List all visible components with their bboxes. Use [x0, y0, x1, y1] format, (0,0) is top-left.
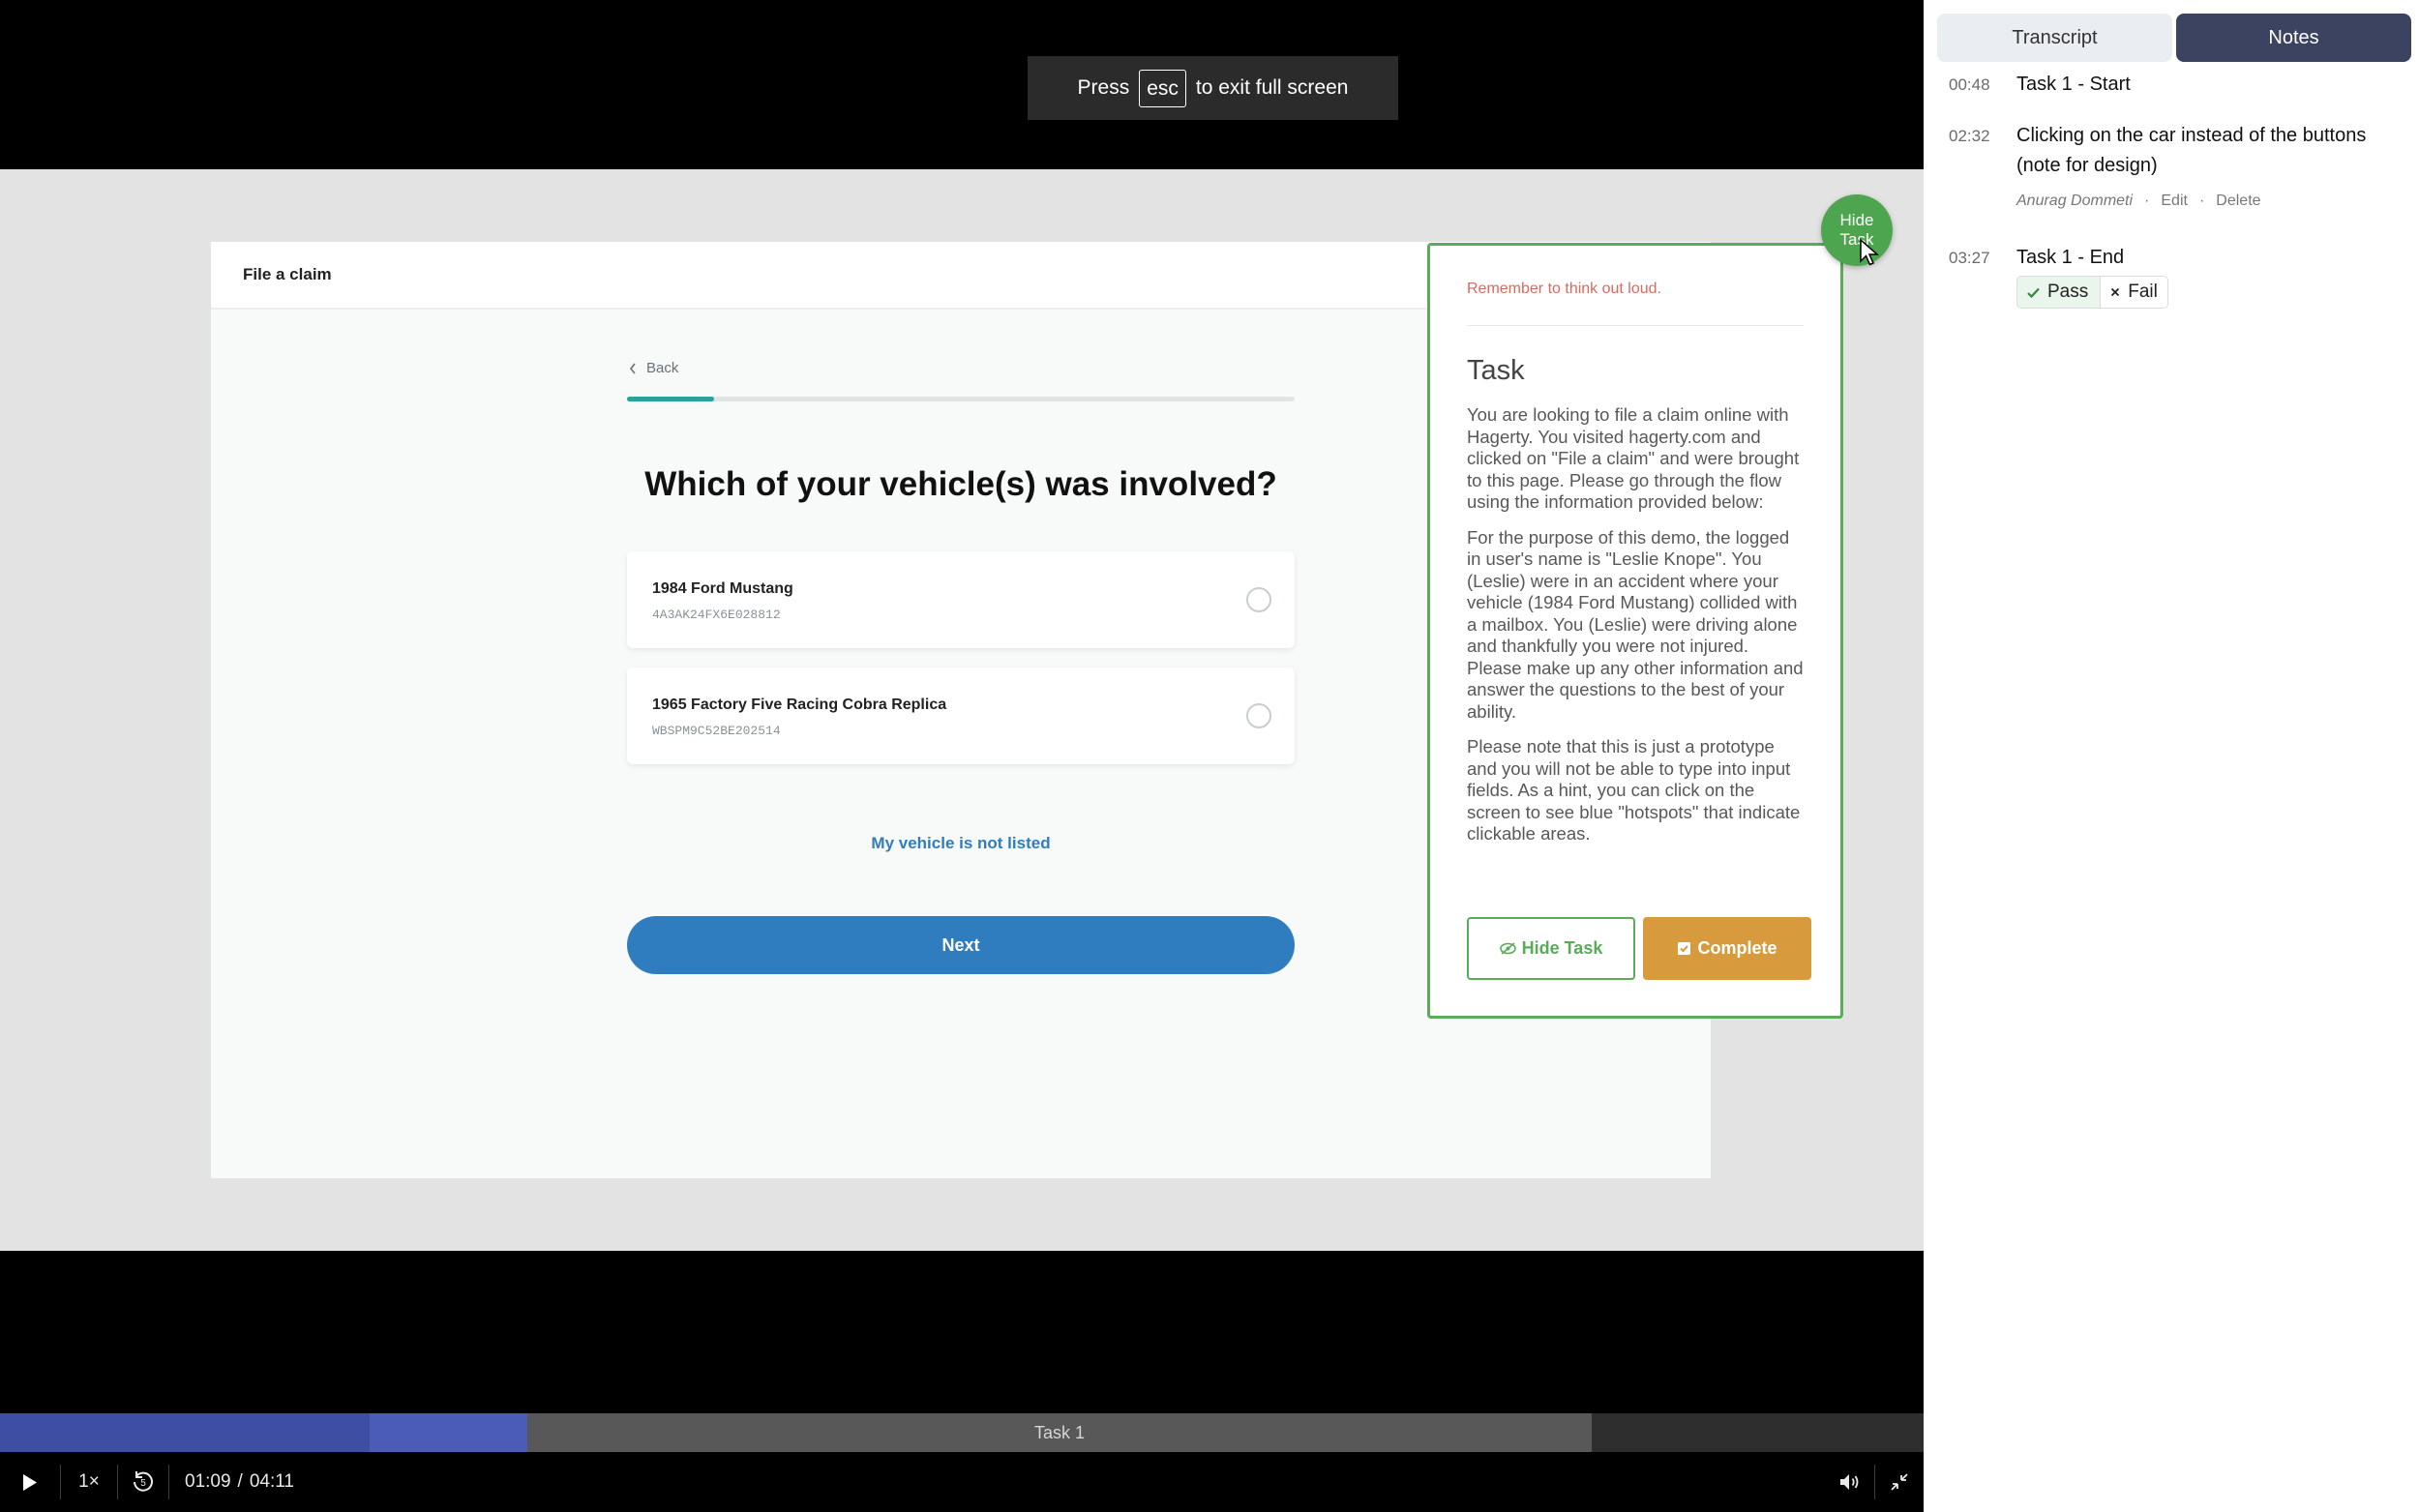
skip-back-button[interactable]: 5 [118, 1452, 168, 1512]
toast-rest-text: to exit full screen [1195, 76, 1349, 99]
fail-label: Fail [2128, 282, 2158, 302]
hide-task-button[interactable]: Hide Task [1467, 917, 1635, 980]
time-display: 01:09 / 04:11 [169, 1452, 294, 1512]
video-player[interactable]: Press esc to exit full screen File a cla… [0, 0, 1924, 1512]
vehicle-vin: WBSPM9C52BE202514 [652, 724, 781, 738]
back-link[interactable]: Back [629, 360, 678, 376]
pass-button[interactable]: Pass [2017, 277, 2102, 308]
note-meta: Anurag Dommeti · Edit · Delete [2016, 193, 2261, 210]
note-delete-link[interactable]: Delete [2216, 193, 2260, 210]
note-edit-link[interactable]: Edit [2161, 193, 2188, 210]
note-text: Task 1 - End [2016, 247, 2125, 268]
x-icon [2111, 287, 2120, 297]
exit-fullscreen-button[interactable] [1875, 1452, 1924, 1512]
note-item[interactable]: 03:27 Task 1 - End Pass Fail [1949, 247, 2404, 314]
question-heading: Which of your vehicle(s) was involved? [644, 465, 1277, 503]
volume-icon [1840, 1474, 1859, 1490]
vehicle-name: 1965 Factory Five Racing Cobra Replica [652, 697, 947, 713]
sidebar-tabs: Transcript Notes [1937, 14, 2411, 62]
vehicle-name: 1984 Ford Mustang [652, 580, 793, 597]
hide-task-label: Hide Task [1521, 938, 1603, 958]
task-paragraph: You are looking to file a claim online w… [1467, 404, 1800, 512]
meta-separator: · [2144, 193, 2150, 209]
note-item[interactable]: 00:48 Task 1 - Start [1949, 74, 2404, 112]
note-text: Task 1 - Start [2016, 74, 2131, 95]
fail-button[interactable]: Fail [2101, 277, 2167, 308]
complete-button[interactable]: Complete [1643, 917, 1811, 980]
task-actions: Hide Task Complete [1467, 917, 1811, 980]
mouse-cursor-icon [1860, 238, 1879, 266]
play-button[interactable] [0, 1452, 60, 1512]
pass-label: Pass [2047, 282, 2089, 302]
vehicle-radio[interactable] [1246, 703, 1271, 728]
form-progress-fill [627, 397, 714, 401]
total-duration: 04:11 [249, 1471, 294, 1492]
vehicle-not-listed-link[interactable]: My vehicle is not listed [627, 834, 1295, 853]
back-label: Back [646, 360, 679, 376]
timeline-segment-label: Task 1 [1033, 1422, 1086, 1442]
task-paragraph: For the purpose of this demo, the logged… [1467, 526, 1804, 722]
check-icon [2027, 287, 2040, 298]
task-heading: Task [1467, 355, 1525, 386]
fullscreen-toast: Press esc to exit full screen [1028, 56, 1398, 120]
exit-fullscreen-icon [1891, 1473, 1908, 1491]
think-aloud-reminder: Remember to think out loud. [1467, 281, 1804, 326]
notes-sidebar: Transcript Notes 00:48 Task 1 - Start 02… [1924, 0, 2419, 1512]
meta-separator: · [2198, 193, 2205, 209]
current-time: 01:09 [185, 1471, 231, 1492]
volume-button[interactable] [1826, 1452, 1874, 1512]
complete-label: Complete [1697, 938, 1777, 958]
recording-stage: File a claim Back Which of your vehicle(… [0, 169, 1924, 1251]
note-timestamp[interactable]: 00:48 [1949, 75, 1990, 95]
vehicle-option[interactable]: 1965 Factory Five Racing Cobra Replica W… [627, 667, 1295, 764]
task-paragraph: Please note that this is just a prototyp… [1467, 736, 1801, 844]
note-author: Anurag Dommeti [2016, 193, 2134, 209]
timeline-played-segment [0, 1413, 370, 1452]
vehicle-vin: 4A3AK24FX6E028812 [652, 608, 781, 622]
timeline-scrubber[interactable]: Task 1 [0, 1413, 1924, 1452]
pass-fail-toggle: Pass Fail [2016, 276, 2168, 309]
eye-slash-icon [1499, 942, 1516, 955]
note-timestamp[interactable]: 03:27 [1949, 249, 1990, 268]
player-controls: 1× 5 01:09 / 04:11 [0, 1452, 1924, 1512]
tab-notes[interactable]: Notes [2176, 14, 2411, 62]
checkbox-icon [1678, 942, 1691, 955]
play-icon [23, 1473, 37, 1491]
toast-press-text: Press [1077, 76, 1130, 99]
note-timestamp[interactable]: 02:32 [1949, 127, 1990, 146]
form-progress-bar [627, 397, 1295, 401]
chevron-left-icon [629, 363, 636, 373]
vehicle-radio[interactable] [1246, 587, 1271, 612]
hide-task-bubble[interactable]: Hide Task [1821, 194, 1893, 266]
page-title: File a claim [243, 265, 332, 283]
rewind-5-icon: 5 [134, 1471, 153, 1492]
note-item[interactable]: 02:32 Clicking on the car instead of the… [1949, 125, 2404, 222]
time-separator: / [237, 1471, 243, 1492]
next-button[interactable]: Next [627, 916, 1295, 974]
tab-transcript[interactable]: Transcript [1937, 14, 2172, 62]
esc-key: esc [1139, 69, 1186, 107]
note-text: Clicking on the car instead of the butto… [2016, 125, 2367, 176]
timeline-played-task-segment [370, 1413, 527, 1452]
vehicle-option[interactable]: 1984 Ford Mustang 4A3AK24FX6E028812 [627, 551, 1295, 648]
app-root: Press esc to exit full screen File a cla… [0, 0, 2419, 1512]
playback-speed-button[interactable]: 1× [61, 1452, 117, 1512]
task-panel: Remember to think out loud. Task You are… [1427, 243, 1843, 1019]
skip-seconds-label: 5 [140, 1478, 146, 1489]
